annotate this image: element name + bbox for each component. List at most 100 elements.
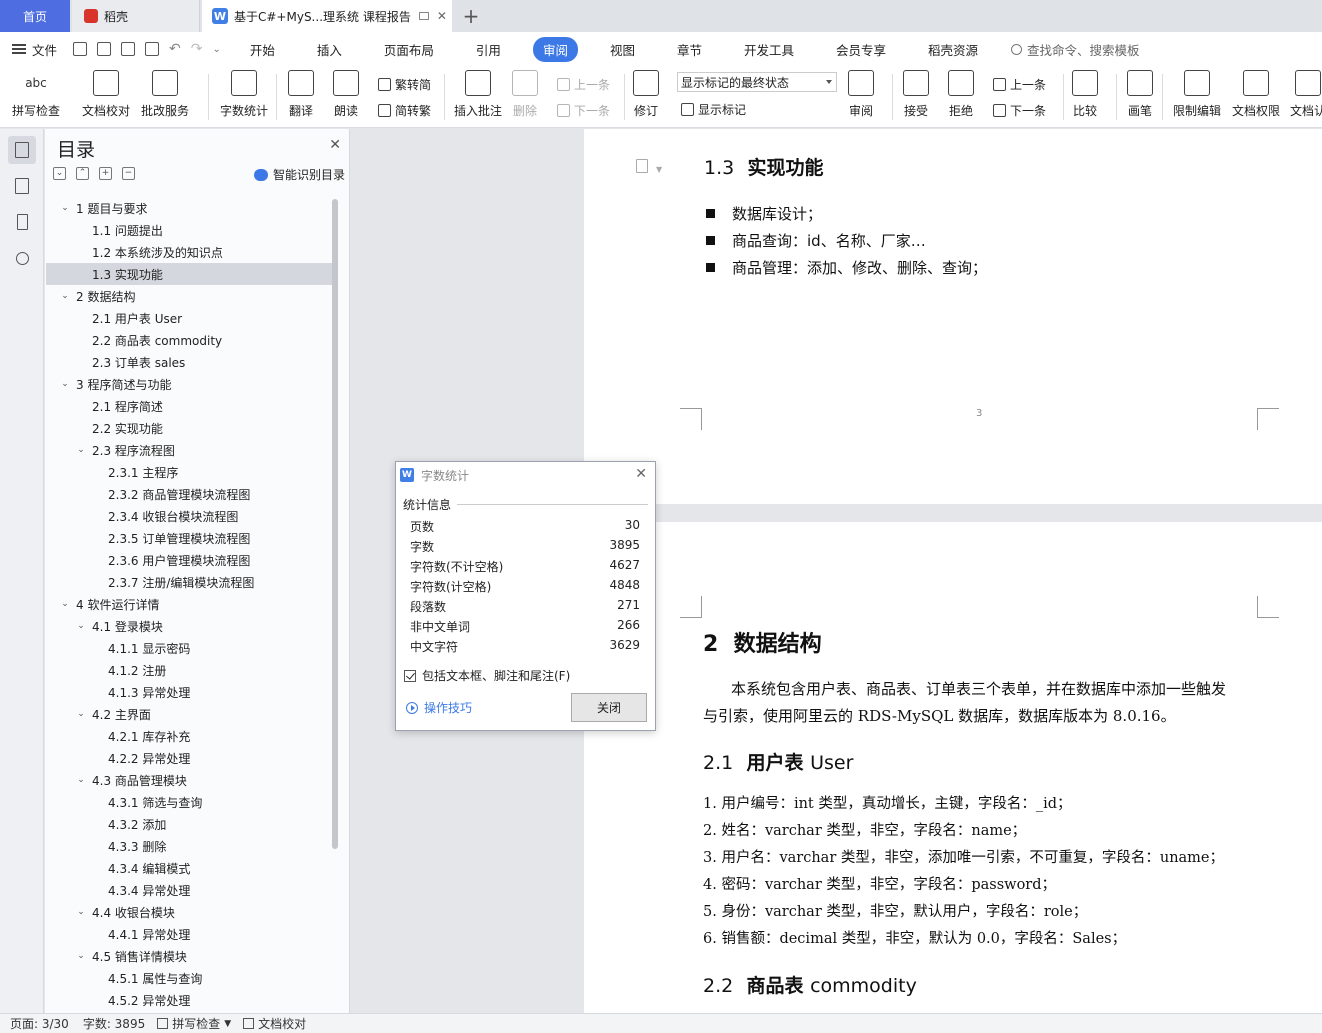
trad-to-simp-button[interactable]: 繁转简 xyxy=(378,76,431,93)
next-change-button[interactable]: 下一条 xyxy=(993,102,1046,119)
toc-item[interactable]: ⌄ 4.1 登录模块 xyxy=(46,615,332,637)
smart-toc-button[interactable]: 智能识别目录 xyxy=(253,166,345,183)
toc-item[interactable]: 4.1.2 注册 xyxy=(46,659,332,681)
command-search[interactable]: 查找命令、搜索模板 xyxy=(1011,40,1140,59)
page-indicator[interactable]: 页面: 3/30 xyxy=(10,1015,69,1032)
print-preview-icon[interactable] xyxy=(145,42,160,56)
toc-item[interactable]: ⌄ 2.3 程序流程图 xyxy=(46,439,332,461)
word-count-button[interactable]: 字数统计 xyxy=(220,70,268,119)
toc-item[interactable]: 4.3.3 删除 xyxy=(46,835,332,857)
next-comment-button[interactable]: 下一条 xyxy=(557,102,610,119)
tips-link[interactable]: 操作技巧 xyxy=(406,699,472,716)
close-tab-icon[interactable]: ✕ xyxy=(437,9,447,23)
dialog-title-bar[interactable]: W 字数统计 xyxy=(396,462,655,488)
toc-item[interactable]: 4.5.2 异常处理 xyxy=(46,989,332,1009)
toc-item[interactable]: 2.3.6 用户管理模块流程图 xyxy=(46,549,332,571)
doc-check-status[interactable]: 文档校对 xyxy=(243,1015,306,1032)
toc-item[interactable]: ⌄ 4.2 主界面 xyxy=(46,703,332,725)
comment-icon[interactable] xyxy=(636,159,648,173)
toc-item[interactable]: 1.3 实现功能 xyxy=(46,263,332,285)
doc-cert-button[interactable]: 文档认 xyxy=(1290,70,1322,119)
spell-check-status[interactable]: 拼写检查 ▼ xyxy=(157,1015,231,1032)
menu-tab[interactable]: 引用 xyxy=(466,37,511,62)
prev-change-button[interactable]: 上一条 xyxy=(993,76,1046,93)
chevron-down-icon[interactable]: ⌄ xyxy=(76,907,86,917)
markup-state-select[interactable]: 显示标记的最终状态 xyxy=(677,72,837,92)
chevron-down-icon[interactable]: ⌄ xyxy=(60,599,70,609)
close-icon[interactable]: ✕ xyxy=(635,466,647,482)
toc-item[interactable]: 4.3.4 异常处理 xyxy=(46,879,332,901)
menu-tab[interactable]: 开始 xyxy=(240,37,285,62)
file-menu[interactable]: 文件 xyxy=(12,40,57,59)
chevron-down-icon[interactable]: ⌄ xyxy=(60,291,70,301)
toc-item[interactable]: ⌄ 4.3 商品管理模块 xyxy=(46,769,332,791)
toc-item[interactable]: 2.1 程序简述 xyxy=(46,395,332,417)
toc-item[interactable]: ⌄ 4 软件运行详情 xyxy=(46,593,332,615)
track-changes-button[interactable]: 修订 xyxy=(633,70,659,119)
read-aloud-button[interactable]: 朗读 xyxy=(333,70,359,119)
toc-item[interactable]: 2.3 订单表 sales xyxy=(46,351,332,373)
more-chevron-icon[interactable]: ⌄ xyxy=(212,44,220,55)
toc-item[interactable]: 2.1 用户表 User xyxy=(46,307,332,329)
word-count-indicator[interactable]: 字数: 3895 xyxy=(83,1015,145,1032)
chevron-down-icon[interactable]: ⌄ xyxy=(76,951,86,961)
pen-button[interactable]: 画笔 xyxy=(1127,70,1153,119)
menu-tab[interactable]: 稻壳资源 xyxy=(918,37,988,62)
compare-button[interactable]: 比较 xyxy=(1072,70,1098,119)
toc-item[interactable]: 1.2 本系统涉及的知识点 xyxy=(46,241,332,263)
menu-tab[interactable]: 审阅 xyxy=(532,36,578,62)
tab-docer[interactable]: 稻壳 xyxy=(72,0,200,32)
toc-item[interactable]: 2.3.7 注册/编辑模块流程图 xyxy=(46,571,332,593)
toc-item[interactable]: 4.3.2 添加 xyxy=(46,813,332,835)
toc-item[interactable]: 4.1.1 显示密码 xyxy=(46,637,332,659)
menu-tab[interactable]: 插入 xyxy=(307,37,352,62)
add-heading-icon[interactable]: + xyxy=(99,167,112,180)
tab-active-document[interactable]: W 基于C#+MyS...理系统 课程报告 ✕ xyxy=(202,0,452,32)
toc-item[interactable]: 2.3.1 主程序 xyxy=(46,461,332,483)
menu-tab[interactable]: 页面布局 xyxy=(374,37,444,62)
save-icon[interactable] xyxy=(73,42,88,56)
search-panel-button[interactable] xyxy=(8,244,36,272)
redo-icon[interactable]: ↷ xyxy=(191,41,203,57)
tab-home[interactable]: 首页 xyxy=(0,0,70,32)
toc-item[interactable]: 2.2 实现功能 xyxy=(46,417,332,439)
menu-tab[interactable]: 会员专享 xyxy=(826,37,896,62)
toc-panel-button[interactable] xyxy=(8,136,36,164)
close-icon[interactable]: ✕ xyxy=(329,137,341,153)
toc-item[interactable]: 4.4.1 异常处理 xyxy=(46,923,332,945)
toc-item[interactable]: 1.1 问题提出 xyxy=(46,219,332,241)
menu-tab[interactable]: 视图 xyxy=(600,37,645,62)
toc-item[interactable]: 2.2 商品表 commodity xyxy=(46,329,332,351)
toc-item[interactable]: 2.3.5 订单管理模块流程图 xyxy=(46,527,332,549)
close-button[interactable]: 关闭 xyxy=(571,693,647,722)
expand-all-icon[interactable]: ⌃ xyxy=(76,167,89,180)
toc-item[interactable]: 4.3.1 筛选与查询 xyxy=(46,791,332,813)
toc-item[interactable]: ⌄ 2 数据结构 xyxy=(46,285,332,307)
chapter-panel-button[interactable] xyxy=(8,172,36,200)
simp-to-trad-button[interactable]: 简转繁 xyxy=(378,102,431,119)
restrict-editing-button[interactable]: 限制编辑 xyxy=(1173,70,1221,119)
new-tab-button[interactable]: + xyxy=(458,0,484,32)
screen-icon[interactable] xyxy=(418,12,429,20)
include-textbox-checkbox[interactable]: 包括文本框、脚注和尾注(F) xyxy=(404,667,570,684)
toc-item[interactable]: 4.5.1 属性与查询 xyxy=(46,967,332,989)
remove-heading-icon[interactable]: − xyxy=(122,167,135,180)
menu-tab[interactable]: 章节 xyxy=(667,37,712,62)
toc-item[interactable]: 4.2.2 异常处理 xyxy=(46,747,332,769)
insert-comment-button[interactable]: 插入批注 xyxy=(454,70,502,119)
review-service-button[interactable]: 批改服务 xyxy=(141,70,189,119)
bookmark-panel-button[interactable] xyxy=(8,208,36,236)
collapse-all-icon[interactable]: ⌄ xyxy=(53,167,66,180)
translate-button[interactable]: 翻译 xyxy=(288,70,314,119)
review-pane-button[interactable]: 审阅 xyxy=(848,70,874,119)
chevron-down-icon[interactable]: ⌄ xyxy=(60,379,70,389)
reject-button[interactable]: 拒绝 xyxy=(948,70,974,119)
chevron-down-icon[interactable]: ⌄ xyxy=(76,621,86,631)
toc-item[interactable]: ⌄ 1 题目与要求 xyxy=(46,197,332,219)
delete-comment-button[interactable]: 删除 xyxy=(512,70,538,119)
toc-item[interactable]: 2.3.4 收银台模块流程图 xyxy=(46,505,332,527)
toc-item[interactable]: 4.3.4 编辑模式 xyxy=(46,857,332,879)
accept-button[interactable]: 接受 xyxy=(903,70,929,119)
prev-comment-button[interactable]: 上一条 xyxy=(557,76,610,93)
toc-item[interactable]: ⌄ 4.4 收银台模块 xyxy=(46,901,332,923)
